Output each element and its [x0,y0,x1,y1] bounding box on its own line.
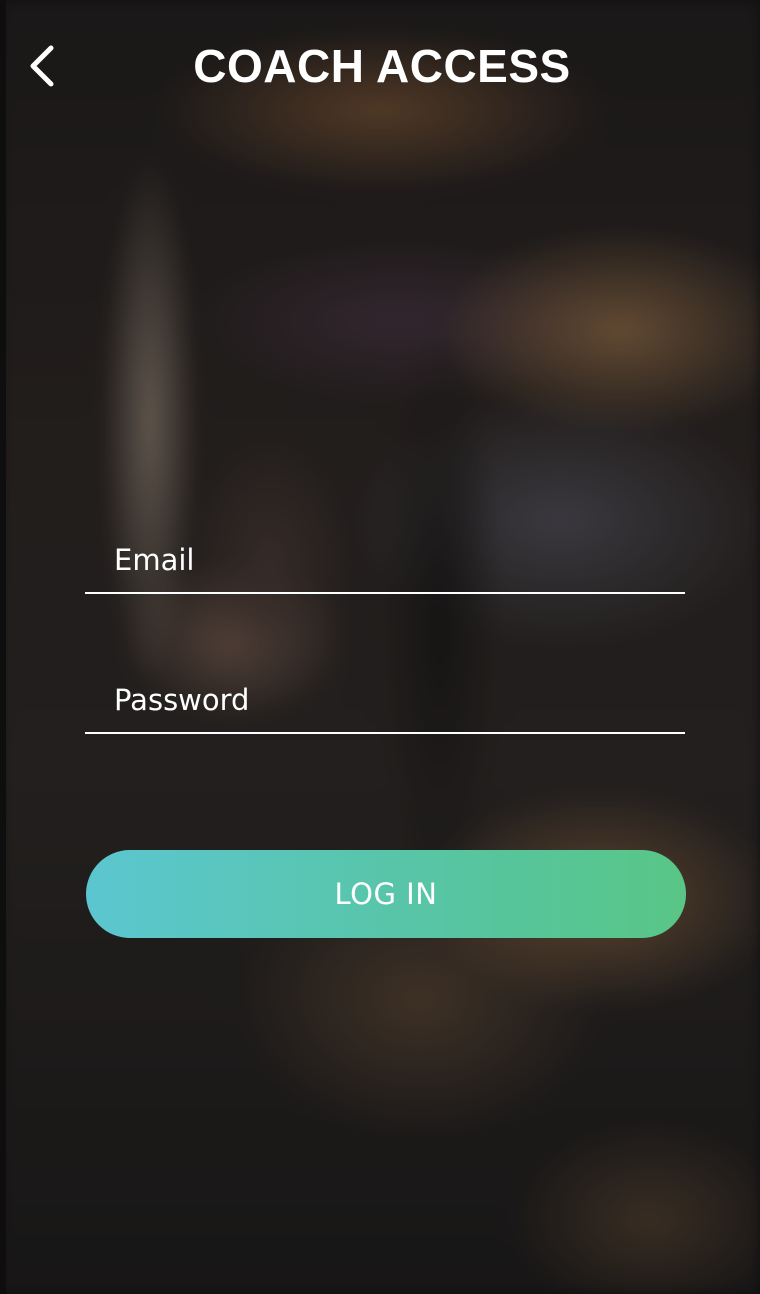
password-field-container [85,660,685,734]
login-button[interactable]: LOG IN [86,850,686,938]
login-form [85,520,685,734]
coach-login-screen: COACH ACCESS LOG IN [0,0,760,1294]
screen-edge [0,0,6,1294]
email-field-container [85,520,685,594]
email-field[interactable] [85,540,685,580]
password-field[interactable] [85,680,685,720]
page-title: COACH ACCESS [193,40,571,92]
header: COACH ACCESS [0,0,760,130]
